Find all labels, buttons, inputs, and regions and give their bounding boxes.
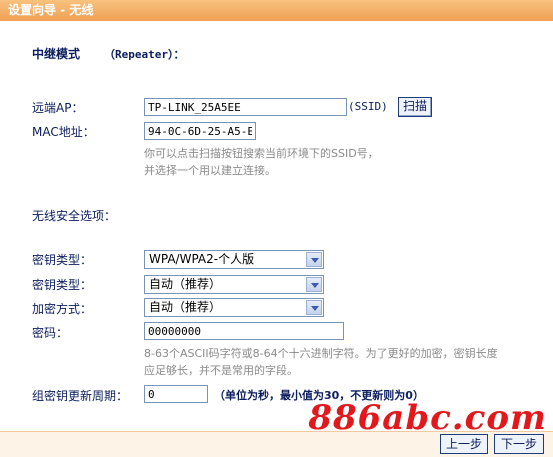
mac-input[interactable] (144, 122, 256, 140)
key-type-value: WPA/WPA2-个人版 (149, 252, 255, 266)
encryption-select[interactable]: 自动（推荐） (144, 298, 324, 317)
key-type2-value: 自动（推荐） (149, 277, 222, 291)
key-type-select[interactable]: WPA/WPA2-个人版 (144, 250, 324, 269)
chevron-down-icon[interactable] (306, 300, 322, 315)
repeater-mode-text: （Repeater）： (104, 48, 185, 61)
window-title: 设置向导 - 无线 (0, 0, 553, 21)
password-label: 密码： (32, 326, 69, 340)
chevron-down-icon[interactable] (306, 252, 322, 267)
settings-panel: 中继模式 （Repeater）： 远端AP： (SSID) 扫描 MAC地址： … (0, 21, 553, 431)
group-key-label: 组密钥更新周期： (32, 389, 129, 403)
password-input[interactable] (144, 322, 344, 340)
scan-hint-line2: 并选择一个用以建立连接。 (144, 164, 276, 177)
password-hint-line2: 应足够长，并不是常用的字段。 (144, 364, 298, 377)
scan-hint: 你可以点击扫描按钮搜索当前环境下的SSID号， 并选择一个用以建立连接。 (144, 145, 379, 179)
remote-ap-label: 远端AP： (32, 101, 84, 115)
group-key-input[interactable] (144, 385, 208, 403)
password-hint: 8-63个ASCII码字符或8-64个十六进制字符。为了更好的加密，密钥长度 应… (144, 345, 498, 379)
key-type-label: 密钥类型： (32, 253, 93, 267)
repeater-mode-label: 中继模式 (32, 47, 81, 61)
chevron-down-icon[interactable] (306, 277, 322, 292)
key-type2-label: 密钥类型： (32, 278, 93, 292)
security-section-label: 无线安全选项： (32, 209, 117, 223)
encryption-value: 自动（推荐） (149, 300, 222, 314)
key-type2-select[interactable]: 自动（推荐） (144, 275, 324, 294)
scan-hint-line1: 你可以点击扫描按钮搜索当前环境下的SSID号， (144, 147, 379, 160)
scan-button[interactable]: 扫描 (398, 97, 432, 117)
watermark-logo: 886abc.com (308, 398, 547, 438)
password-hint-line1: 8-63个ASCII码字符或8-64个十六进制字符。为了更好的加密，密钥长度 (144, 347, 498, 360)
remote-ap-input[interactable] (144, 98, 347, 116)
mac-label: MAC地址： (32, 125, 95, 139)
encryption-label: 加密方式： (32, 302, 93, 316)
ssid-tag: (SSID) (348, 100, 388, 113)
